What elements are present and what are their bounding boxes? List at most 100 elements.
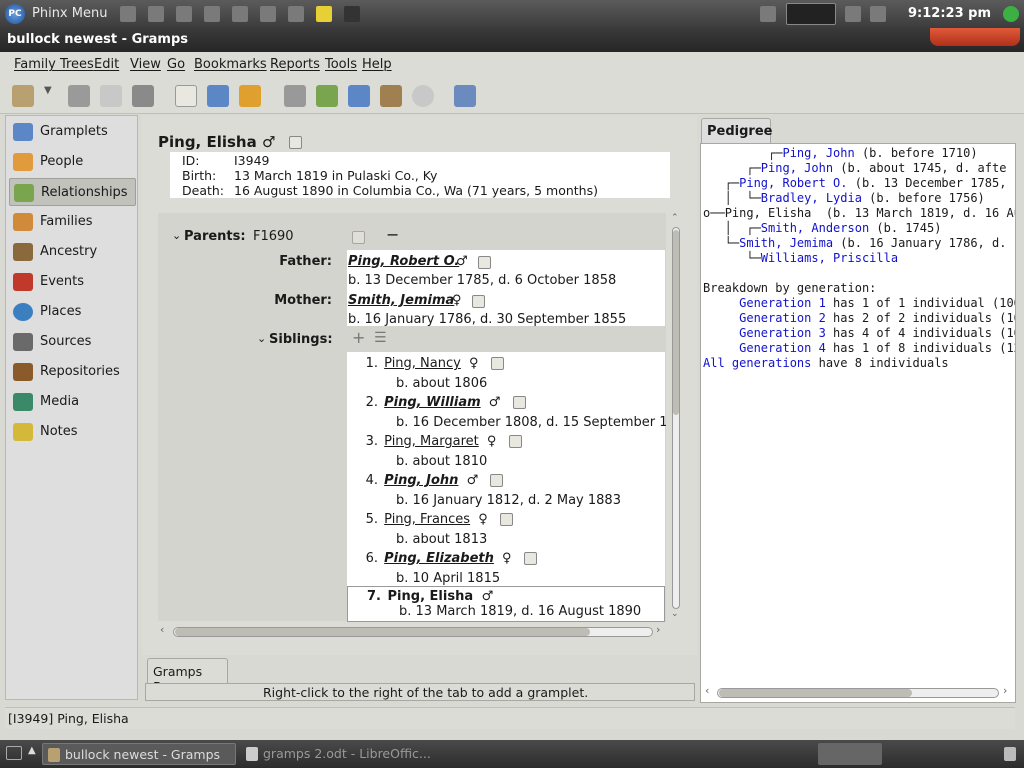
sibling-name[interactable]: Ping, William (384, 395, 481, 410)
mother-name[interactable]: Smith, Jemima (348, 293, 454, 308)
edit-mother-icon[interactable] (472, 295, 485, 308)
all-generations-link[interactable]: All generations (703, 356, 811, 370)
edit-icon[interactable] (490, 357, 504, 370)
configure-view-icon[interactable] (454, 85, 476, 107)
father-name[interactable]: Ping, Robert O. (348, 254, 459, 269)
siblings-expander-icon[interactable]: ⌄ (257, 332, 266, 345)
sibling-name[interactable]: Ping, Elizabeth (384, 551, 494, 566)
pedigree-link[interactable]: Bradley, Lydia (761, 191, 862, 205)
edit-person-icon[interactable] (207, 85, 229, 107)
sidebar-item-ancestry[interactable]: Ancestry (9, 238, 136, 266)
edit-father-icon[interactable] (478, 256, 491, 269)
tree-icon[interactable] (12, 85, 34, 107)
phinx-menu-button[interactable]: Phinx Menu (32, 6, 107, 21)
wrench-icon[interactable] (260, 6, 276, 22)
add-sibling-icon[interactable]: + (352, 328, 365, 347)
pedigree-link[interactable]: Smith, Jemima (739, 236, 833, 250)
chevron-down-icon[interactable]: ▼ (44, 85, 56, 107)
grid-icon[interactable] (232, 6, 248, 22)
menu-reports[interactable]: Reports (270, 57, 320, 72)
sidebar-item-places[interactable]: Places (9, 298, 136, 326)
volume-icon[interactable] (870, 6, 886, 22)
sidebar-item-people[interactable]: People (9, 148, 136, 176)
pedigree-link[interactable]: Smith, Anderson (761, 221, 869, 235)
add-parents-icon[interactable] (348, 85, 370, 107)
home-icon[interactable] (132, 85, 154, 107)
edit-icon[interactable] (523, 552, 537, 565)
tab-pedigree[interactable]: Pedigree (701, 118, 772, 143)
pedigree-link[interactable]: Ping, Robert O. (739, 176, 847, 190)
scroll-up-icon[interactable]: ⌃ (671, 213, 679, 223)
sidebar-item-sources[interactable]: Sources (9, 328, 136, 356)
power-icon[interactable] (1003, 6, 1019, 22)
generation-link[interactable]: Generation 1 (739, 296, 826, 310)
pedigree-link[interactable]: Ping, John (761, 161, 833, 175)
menu-go[interactable]: Go (167, 57, 185, 72)
add-icon[interactable] (175, 85, 197, 107)
scissors-icon[interactable] (239, 85, 261, 107)
scroll-left-icon[interactable]: ‹ (160, 623, 164, 636)
sidebar-item-families[interactable]: Families (9, 208, 136, 236)
chevron-up-icon[interactable]: ▲ (28, 745, 36, 756)
vertical-scrollbar[interactable]: ⌃ ⌄ (670, 213, 682, 621)
sibling-name[interactable]: Ping, Nancy (384, 356, 461, 371)
menu-view[interactable]: View (130, 57, 161, 72)
steam-icon[interactable] (344, 6, 360, 22)
reorder-icon[interactable] (412, 85, 434, 107)
task-gramps[interactable]: bullock newest - Gramps (42, 743, 236, 765)
sidebar-item-repositories[interactable]: Repositories (9, 358, 136, 386)
package-icon[interactable] (204, 6, 220, 22)
trash-icon[interactable] (1004, 747, 1016, 761)
sibling-name[interactable]: Ping, Margaret (384, 434, 479, 449)
edit-icon[interactable] (499, 513, 513, 526)
scroll-right-icon[interactable]: › (1003, 684, 1007, 697)
edit-person-icon[interactable] (288, 136, 302, 149)
menu-family-trees[interactable]: Family Trees (14, 57, 94, 72)
add-family-icon[interactable] (316, 85, 338, 107)
generation-link[interactable]: Generation 4 (739, 341, 826, 355)
sidebar-item-events[interactable]: Events (9, 268, 136, 296)
menu-tools[interactable]: Tools (325, 57, 357, 72)
pedigree-link[interactable]: Williams, Priscilla (761, 251, 898, 265)
sidebar-item-notes[interactable]: Notes (9, 418, 136, 446)
pen-icon[interactable] (148, 6, 164, 22)
menu-edit[interactable]: Edit (94, 57, 119, 72)
generation-link[interactable]: Generation 2 (739, 311, 826, 325)
task-libreoffice[interactable]: gramps 2.odt - LibreOffic... (241, 743, 441, 765)
scroll-left-icon[interactable]: ‹ (705, 684, 709, 697)
share-family-icon[interactable] (380, 85, 402, 107)
sidebar-item-media[interactable]: Media (9, 388, 136, 416)
generation-link[interactable]: Generation 3 (739, 326, 826, 340)
launcher-icon[interactable] (120, 6, 136, 22)
phinx-logo-icon[interactable]: PC (5, 4, 25, 24)
gear-icon[interactable] (288, 6, 304, 22)
gramps-bar[interactable]: Right-click to the right of the tab to a… (145, 683, 695, 701)
edit-family-icon[interactable] (352, 231, 365, 244)
forward-arrow-icon[interactable] (100, 85, 122, 107)
tools-icon[interactable] (176, 6, 192, 22)
scroll-down-icon[interactable]: ⌄ (671, 609, 679, 619)
menu-help[interactable]: Help (362, 57, 392, 72)
clipboard-icon[interactable] (845, 6, 861, 22)
workspace-switcher[interactable] (818, 743, 882, 765)
edit-icon[interactable] (512, 396, 526, 409)
tab-gramps-bar[interactable]: Gramps Bar (147, 658, 228, 694)
window-controls[interactable] (930, 28, 1020, 46)
sibling-name[interactable]: Ping, John (384, 473, 458, 488)
sibling-name[interactable]: Ping, Frances (384, 512, 470, 527)
remove-family-icon[interactable]: − (386, 225, 399, 244)
sidebar-item-gramplets[interactable]: Gramplets (9, 118, 136, 146)
edit-icon[interactable] (508, 435, 522, 448)
parents-expander-icon[interactable]: ⌄ (172, 229, 181, 242)
sidebar-item-relationships[interactable]: Relationships (9, 178, 136, 206)
star-icon[interactable] (316, 6, 332, 22)
reorder-siblings-icon[interactable]: ☰ (374, 330, 387, 346)
horizontal-scrollbar[interactable]: ‹ › (160, 623, 665, 639)
pedigree-horizontal-scrollbar[interactable]: ‹ › (705, 684, 1011, 700)
edit-icon[interactable] (490, 474, 504, 487)
menu-bookmarks[interactable]: Bookmarks (194, 57, 267, 72)
pedigree-link[interactable]: Ping, John (782, 146, 854, 160)
back-arrow-icon[interactable] (68, 85, 90, 107)
edit-icon[interactable] (284, 85, 306, 107)
show-desktop-icon[interactable] (6, 746, 22, 760)
